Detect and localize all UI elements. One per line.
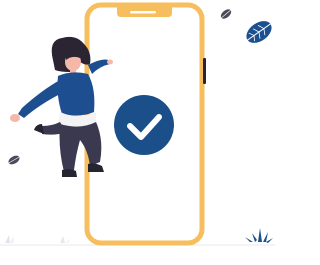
small-plant-center [60, 236, 70, 243]
leaf-icon [246, 21, 272, 43]
illustration-svg [0, 2, 275, 246]
small-plant-left [5, 235, 14, 243]
plant-icon [245, 228, 273, 243]
small-leaf-top [220, 9, 232, 19]
small-leaf-left [8, 155, 20, 165]
check-icon [114, 95, 174, 155]
illustration-scene [0, 0, 275, 265]
